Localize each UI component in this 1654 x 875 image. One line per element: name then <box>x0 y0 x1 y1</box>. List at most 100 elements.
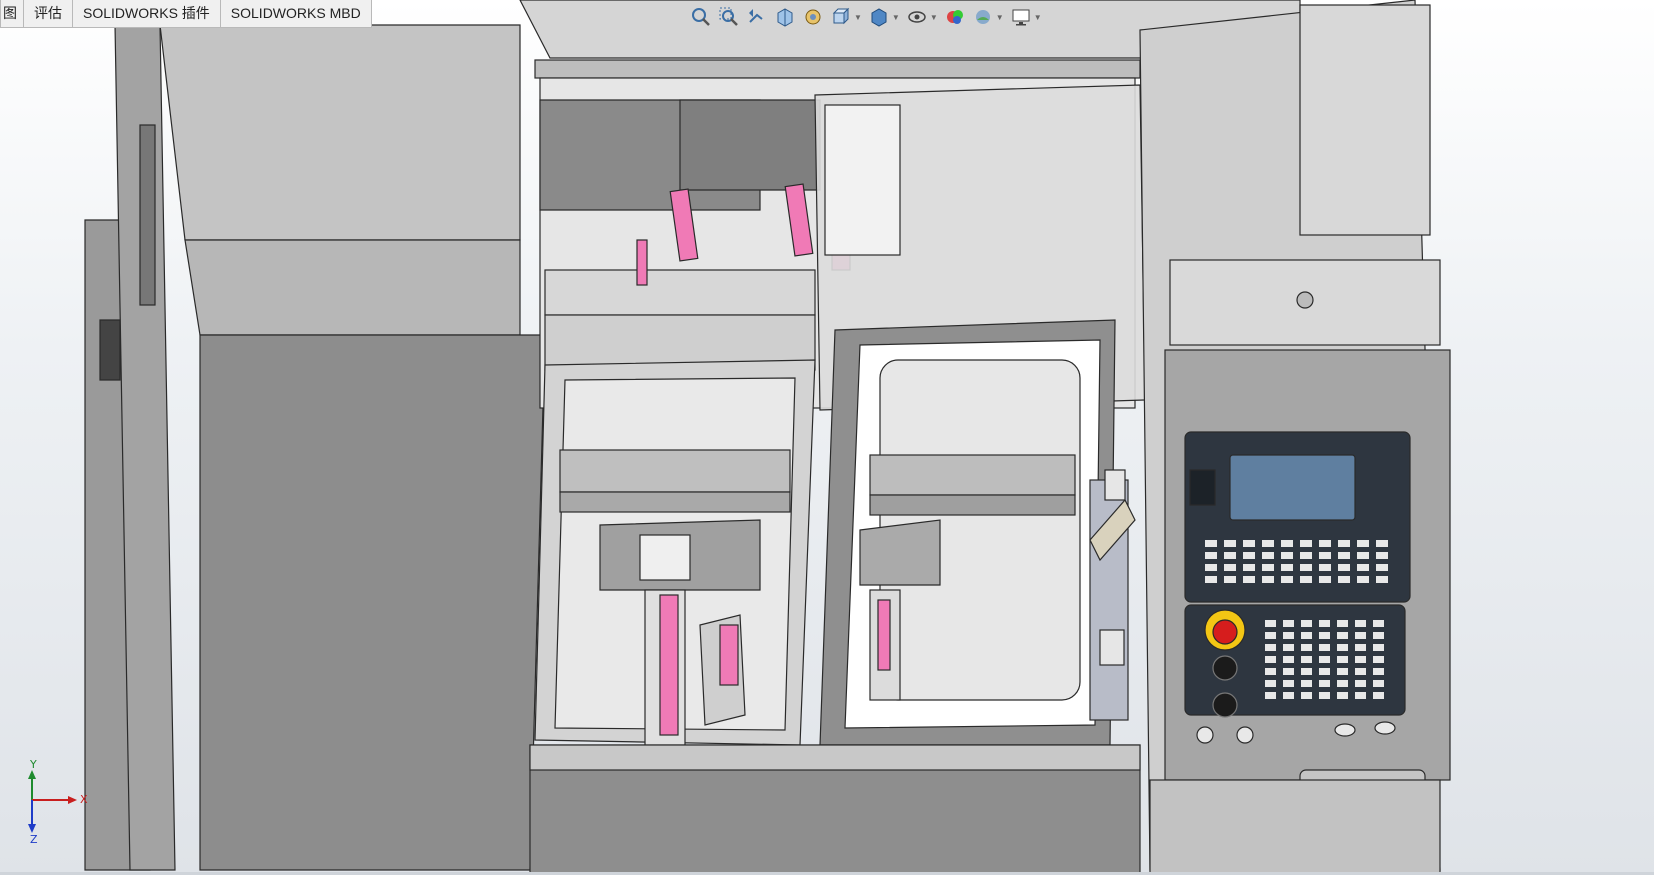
keypad-key[interactable] <box>1376 576 1388 583</box>
machine-panel-key[interactable] <box>1319 656 1330 663</box>
keypad-key[interactable] <box>1281 552 1293 559</box>
keypad-key[interactable] <box>1262 540 1274 547</box>
section-view-icon[interactable] <box>774 6 796 28</box>
keypad-key[interactable] <box>1262 576 1274 583</box>
machine-panel-key[interactable] <box>1319 620 1330 627</box>
keypad-key[interactable] <box>1357 552 1369 559</box>
view-settings-icon[interactable] <box>1010 6 1032 28</box>
machine-panel-key[interactable] <box>1265 656 1276 663</box>
zoom-to-area-icon[interactable] <box>718 6 740 28</box>
machine-panel-key[interactable] <box>1337 656 1348 663</box>
keypad-key[interactable] <box>1319 552 1331 559</box>
machine-panel-key[interactable] <box>1319 632 1330 639</box>
machine-panel-key[interactable] <box>1301 632 1312 639</box>
machine-panel-key[interactable] <box>1373 632 1384 639</box>
machine-panel-key[interactable] <box>1337 644 1348 651</box>
machine-panel-key[interactable] <box>1319 644 1330 651</box>
machine-panel-key[interactable] <box>1283 620 1294 627</box>
machine-panel-key[interactable] <box>1373 620 1384 627</box>
keypad-key[interactable] <box>1243 564 1255 571</box>
machine-panel-key[interactable] <box>1283 692 1294 699</box>
machine-panel-key[interactable] <box>1283 668 1294 675</box>
display-style-icon[interactable] <box>868 6 890 28</box>
chevron-down-icon[interactable]: ▼ <box>930 13 938 22</box>
machine-panel-key[interactable] <box>1265 644 1276 651</box>
machine-panel-key[interactable] <box>1355 656 1366 663</box>
machine-panel-key[interactable] <box>1301 620 1312 627</box>
machine-panel-key[interactable] <box>1301 656 1312 663</box>
keypad-key[interactable] <box>1205 552 1217 559</box>
machine-panel-key[interactable] <box>1301 668 1312 675</box>
tab-view[interactable]: 图 <box>0 0 24 28</box>
keypad-key[interactable] <box>1243 552 1255 559</box>
machine-panel-key[interactable] <box>1301 680 1312 687</box>
machine-panel-key[interactable] <box>1337 692 1348 699</box>
keypad-key[interactable] <box>1376 540 1388 547</box>
keypad-key[interactable] <box>1319 540 1331 547</box>
keypad-key[interactable] <box>1243 576 1255 583</box>
apply-scene-icon[interactable] <box>972 6 994 28</box>
machine-panel-key[interactable] <box>1319 692 1330 699</box>
graphics-area[interactable]: 图 评估 SOLIDWORKS 插件 SOLIDWORKS MBD ▼ ▼ ▼ … <box>0 0 1654 875</box>
keypad-key[interactable] <box>1224 576 1236 583</box>
keypad-key[interactable] <box>1205 540 1217 547</box>
machine-panel-key[interactable] <box>1283 680 1294 687</box>
machine-panel-key[interactable] <box>1373 656 1384 663</box>
machine-panel-key[interactable] <box>1373 692 1384 699</box>
machine-panel-key[interactable] <box>1373 668 1384 675</box>
machine-panel-key[interactable] <box>1355 692 1366 699</box>
keypad-key[interactable] <box>1357 576 1369 583</box>
keypad-key[interactable] <box>1300 552 1312 559</box>
keypad-key[interactable] <box>1300 564 1312 571</box>
keypad-key[interactable] <box>1243 540 1255 547</box>
zoom-to-fit-icon[interactable] <box>690 6 712 28</box>
keypad-key[interactable] <box>1205 564 1217 571</box>
keypad-key[interactable] <box>1262 564 1274 571</box>
machine-panel-key[interactable] <box>1355 620 1366 627</box>
machine-panel-key[interactable] <box>1355 632 1366 639</box>
keypad-key[interactable] <box>1357 564 1369 571</box>
tab-solidworks-addins[interactable]: SOLIDWORKS 插件 <box>72 0 221 28</box>
keypad-key[interactable] <box>1262 552 1274 559</box>
keypad-key[interactable] <box>1338 576 1350 583</box>
dynamic-annotation-icon[interactable] <box>802 6 824 28</box>
keypad-key[interactable] <box>1224 540 1236 547</box>
machine-panel-key[interactable] <box>1301 644 1312 651</box>
keypad-key[interactable] <box>1338 564 1350 571</box>
machine-panel-key[interactable] <box>1265 620 1276 627</box>
keypad-key[interactable] <box>1376 552 1388 559</box>
machine-panel-key[interactable] <box>1265 692 1276 699</box>
machine-panel-key[interactable] <box>1373 644 1384 651</box>
chevron-down-icon[interactable]: ▼ <box>892 13 900 22</box>
keypad-key[interactable] <box>1319 576 1331 583</box>
machine-panel-key[interactable] <box>1373 680 1384 687</box>
keypad-key[interactable] <box>1338 540 1350 547</box>
machine-panel-key[interactable] <box>1355 644 1366 651</box>
chevron-down-icon[interactable]: ▼ <box>854 13 862 22</box>
previous-view-icon[interactable] <box>746 6 768 28</box>
machine-panel-key[interactable] <box>1283 644 1294 651</box>
keypad-key[interactable] <box>1376 564 1388 571</box>
machine-panel-key[interactable] <box>1319 680 1330 687</box>
keypad-key[interactable] <box>1281 564 1293 571</box>
keypad-key[interactable] <box>1300 540 1312 547</box>
keypad-key[interactable] <box>1319 564 1331 571</box>
tab-solidworks-mbd[interactable]: SOLIDWORKS MBD <box>219 0 372 28</box>
machine-panel-key[interactable] <box>1337 680 1348 687</box>
keypad-key[interactable] <box>1300 576 1312 583</box>
keypad-key[interactable] <box>1281 576 1293 583</box>
machine-panel-key[interactable] <box>1355 668 1366 675</box>
machine-panel-key[interactable] <box>1337 620 1348 627</box>
keypad-key[interactable] <box>1205 576 1217 583</box>
keypad-key[interactable] <box>1224 564 1236 571</box>
chevron-down-icon[interactable]: ▼ <box>1034 13 1042 22</box>
machine-panel-key[interactable] <box>1265 680 1276 687</box>
tab-evaluate[interactable]: 评估 <box>23 0 73 28</box>
chevron-down-icon[interactable]: ▼ <box>996 13 1004 22</box>
machine-panel-key[interactable] <box>1283 632 1294 639</box>
machine-panel-key[interactable] <box>1337 632 1348 639</box>
machine-panel-key[interactable] <box>1319 668 1330 675</box>
keypad-key[interactable] <box>1357 540 1369 547</box>
machine-panel-key[interactable] <box>1283 656 1294 663</box>
machine-panel-key[interactable] <box>1355 680 1366 687</box>
